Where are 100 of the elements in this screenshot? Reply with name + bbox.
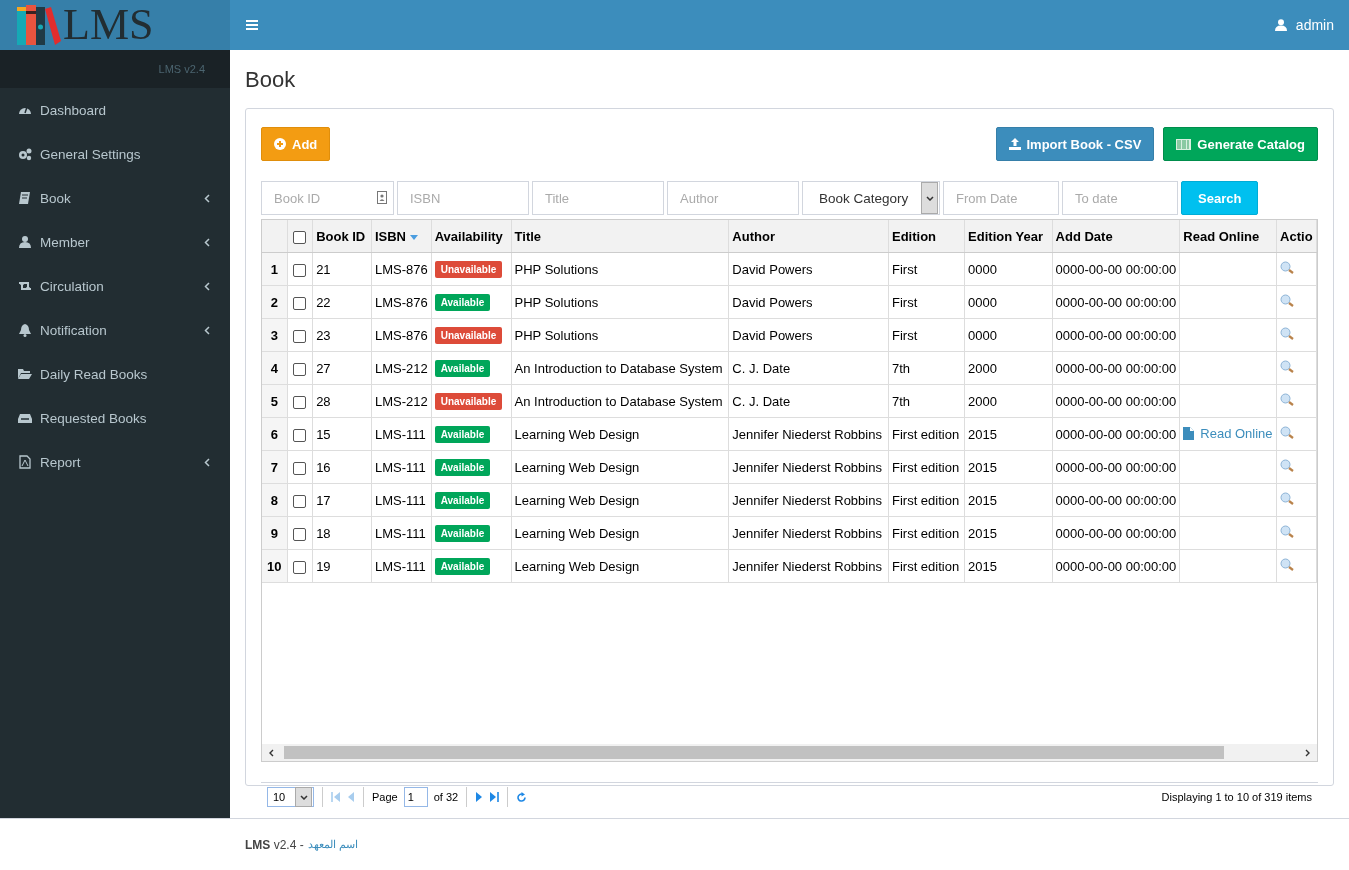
table-cell: 2015 xyxy=(964,417,1053,451)
sidebar-item[interactable]: General Settings xyxy=(0,132,230,176)
row-checkbox[interactable] xyxy=(293,329,307,343)
category-dropdown[interactable]: Book Category xyxy=(802,181,940,215)
search-icon[interactable] xyxy=(1280,492,1295,505)
select-all-checkbox[interactable] xyxy=(293,230,307,244)
pagination-status: Displaying 1 to 10 of 319 items xyxy=(1161,791,1312,803)
table-cell: LMS-111 xyxy=(371,516,432,550)
search-icon[interactable] xyxy=(1280,294,1295,307)
table-cell: C. J. Date xyxy=(728,384,889,418)
table-cell: Jennifer Niederst Robbins xyxy=(728,516,889,550)
table-cell: LMS-876 xyxy=(371,252,432,286)
row-number: 4 xyxy=(262,351,288,385)
table-cell: 0000-00-00 00:00:00 xyxy=(1052,318,1180,352)
table-cell: First edition xyxy=(888,450,965,484)
page-number-field[interactable]: 1 xyxy=(403,787,428,807)
next-page-icon[interactable] xyxy=(475,792,484,802)
sidebar-item[interactable]: Report xyxy=(0,440,230,484)
row-checkbox[interactable] xyxy=(293,362,307,376)
row-number: 2 xyxy=(262,285,288,319)
refresh-icon[interactable] xyxy=(516,791,528,803)
row-checkbox[interactable] xyxy=(293,263,307,277)
read-online-link[interactable]: Read Online xyxy=(1183,425,1273,441)
table-cell: Learning Web Design xyxy=(511,450,729,484)
horizontal-scrollbar[interactable] xyxy=(262,744,1317,761)
column-header[interactable]: Author xyxy=(728,220,889,253)
column-header[interactable]: ISBN xyxy=(371,220,432,253)
search-icon[interactable] xyxy=(1280,558,1295,571)
book-icon xyxy=(18,191,32,205)
sidebar-item[interactable]: Circulation xyxy=(0,264,230,308)
sidebar-item[interactable]: Dashboard xyxy=(0,88,230,132)
table-cell: LMS-876 xyxy=(371,318,432,352)
row-checkbox[interactable] xyxy=(293,494,307,508)
column-header[interactable]: Read Online xyxy=(1179,220,1277,253)
column-header[interactable]: Book ID xyxy=(312,220,372,253)
column-header[interactable]: Add Date xyxy=(1052,220,1180,253)
from-date-field[interactable]: From Date xyxy=(943,181,1059,215)
availability-badge: Available xyxy=(434,458,491,476)
search-icon[interactable] xyxy=(1280,360,1295,373)
table-cell: 18 xyxy=(312,516,372,550)
institute-link[interactable]: اسم المعهد xyxy=(307,838,358,851)
row-checkbox[interactable] xyxy=(293,527,307,541)
scroll-left-icon[interactable] xyxy=(268,748,274,757)
row-checkbox[interactable] xyxy=(293,560,307,574)
table-cell: 7th xyxy=(888,384,965,418)
row-checkbox[interactable] xyxy=(293,395,307,409)
page-size-dropdown[interactable]: 10 xyxy=(267,787,314,807)
row-checkbox[interactable] xyxy=(293,461,307,475)
to-date-field[interactable]: To date xyxy=(1062,181,1178,215)
table-cell: Jennifer Niederst Robbins xyxy=(728,483,889,517)
book-id-field[interactable]: Book ID xyxy=(261,181,394,215)
table-cell: 0000-00-00 00:00:00 xyxy=(1052,285,1180,319)
search-icon[interactable] xyxy=(1280,459,1295,472)
column-header[interactable]: Edition Year xyxy=(964,220,1053,253)
scroll-right-icon[interactable] xyxy=(1305,748,1311,757)
row-checkbox[interactable] xyxy=(293,428,307,442)
user-icon xyxy=(18,235,32,249)
table-cell: LMS-212 xyxy=(371,384,432,418)
column-header[interactable]: Actio xyxy=(1276,220,1317,253)
last-page-icon[interactable] xyxy=(489,792,500,802)
table-cell: 21 xyxy=(312,252,372,286)
table-cell: LMS-111 xyxy=(371,417,432,451)
scroll-thumb[interactable] xyxy=(284,746,1224,759)
table-cell: First edition xyxy=(888,549,965,583)
search-icon[interactable] xyxy=(1280,525,1295,538)
title-field[interactable]: Title xyxy=(532,181,664,215)
table-cell: LMS-111 xyxy=(371,483,432,517)
column-header[interactable]: Availability xyxy=(431,220,512,253)
row-number: 7 xyxy=(262,450,288,484)
search-icon[interactable] xyxy=(1280,327,1295,340)
table-cell: LMS-111 xyxy=(371,450,432,484)
chevron-icon xyxy=(204,237,210,247)
isbn-field[interactable]: ISBN xyxy=(397,181,529,215)
import-button[interactable]: Import Book - CSV xyxy=(995,127,1155,161)
sidebar-item[interactable]: Notification xyxy=(0,308,230,352)
row-number: 9 xyxy=(262,516,288,550)
column-header[interactable]: Edition xyxy=(888,220,965,253)
search-icon[interactable] xyxy=(1280,393,1295,406)
column-header[interactable]: Title xyxy=(511,220,729,253)
row-number: 1 xyxy=(262,252,288,286)
row-checkbox[interactable] xyxy=(293,296,307,310)
table-cell: Jennifer Niederst Robbins xyxy=(728,417,889,451)
sidebar-item[interactable]: Daily Read Books xyxy=(0,352,230,396)
table-cell: LMS-212 xyxy=(371,351,432,385)
search-icon[interactable] xyxy=(1280,426,1295,439)
table-cell: 0000 xyxy=(964,318,1053,352)
table-cell: 28 xyxy=(312,384,372,418)
table-cell: First edition xyxy=(888,483,965,517)
row-number: 5 xyxy=(262,384,288,418)
sidebar-item[interactable]: Book xyxy=(0,176,230,220)
author-field[interactable]: Author xyxy=(667,181,799,215)
user-menu[interactable]: admin xyxy=(1274,17,1334,33)
search-icon[interactable] xyxy=(1280,261,1295,274)
sidebar-item[interactable]: Member xyxy=(0,220,230,264)
sidebar-item[interactable]: Requested Books xyxy=(0,396,230,440)
table-cell: 16 xyxy=(312,450,372,484)
table-cell: PHP Solutions xyxy=(511,252,729,286)
menu-button[interactable] xyxy=(244,18,260,32)
footer-text: LMS v2.4 - xyxy=(245,837,304,852)
table-cell: David Powers xyxy=(728,318,889,352)
